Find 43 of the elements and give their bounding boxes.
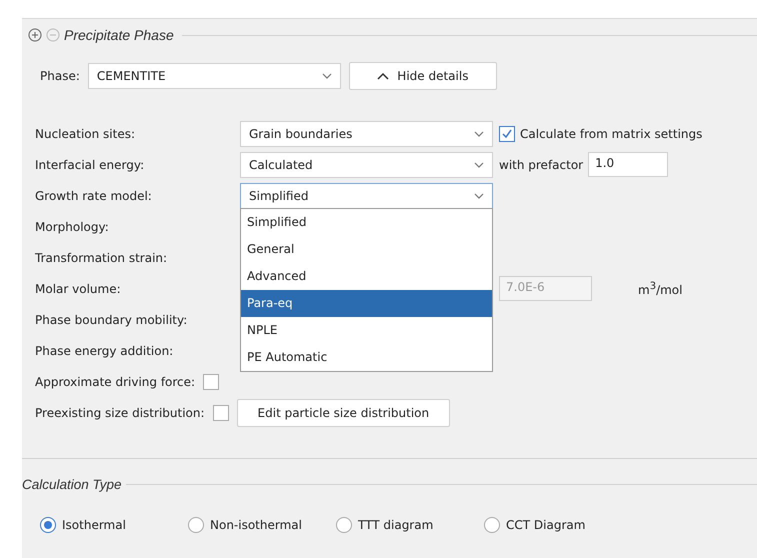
field-label: Phase: — [40, 69, 80, 83]
hide-details-button[interactable]: Hide details — [348, 62, 497, 90]
dropdown[interactable]: Calculated — [240, 152, 493, 178]
dropdown-option[interactable]: Simplified — [241, 208, 492, 236]
dropdown[interactable]: Grain boundaries — [240, 120, 493, 146]
field-label: Transformation strain: — [35, 250, 168, 264]
radio-button[interactable]: Isothermal — [40, 517, 188, 533]
checkbox[interactable] — [499, 126, 515, 142]
prefactor-field[interactable]: 1.0 — [588, 152, 668, 177]
chevron-down-icon — [474, 192, 484, 198]
field-label: Growth rate model: — [35, 188, 153, 202]
check-icon — [501, 128, 513, 140]
edit-distribution-button[interactable]: Edit particle size distribution — [236, 398, 450, 426]
dropdown-option[interactable]: Advanced — [241, 262, 492, 290]
radio-button[interactable]: TTT diagram — [336, 517, 484, 533]
field-label: with prefactor — [499, 158, 584, 172]
field-label: Preexisting size distribution: — [35, 406, 205, 420]
dropdown-option[interactable]: Para-eq — [241, 290, 492, 316]
field-label: Phase boundary mobility: — [35, 312, 188, 326]
expand-icon[interactable] — [28, 28, 42, 42]
chevron-down-icon — [474, 130, 484, 136]
dropdown-option[interactable]: General — [241, 236, 492, 262]
dropdown[interactable]: Simplified — [240, 182, 493, 208]
field-label: Phase energy addition: — [35, 344, 174, 358]
dropdown-option[interactable]: NPLE — [241, 316, 492, 344]
checkbox[interactable] — [203, 374, 220, 390]
caret-up-icon — [377, 72, 390, 80]
chevron-down-icon — [474, 162, 484, 168]
field-label: Nucleation sites: — [35, 126, 136, 140]
chevron-down-icon — [322, 73, 332, 79]
field-label: Interfacial energy: — [35, 158, 146, 172]
section-title: Precipitate Phase — [64, 27, 174, 43]
checkbox[interactable] — [212, 404, 229, 420]
unit-label: m$^{3}$/mol — [638, 280, 682, 296]
checkbox-label: Calculate from matrix settings — [520, 126, 702, 140]
dropdown-option[interactable]: PE Automatic — [241, 344, 492, 370]
radio-button[interactable]: Non-isothermal — [188, 517, 336, 533]
section-title: Calculation Type — [22, 477, 122, 492]
field-label: Approximate driving force: — [35, 374, 196, 388]
field-label: Molar volume: — [35, 282, 122, 296]
radio-button[interactable]: CCT Diagram — [484, 517, 632, 533]
field-label: Morphology: — [35, 220, 110, 234]
phase-dropdown[interactable]: CEMENTITE — [88, 63, 341, 89]
